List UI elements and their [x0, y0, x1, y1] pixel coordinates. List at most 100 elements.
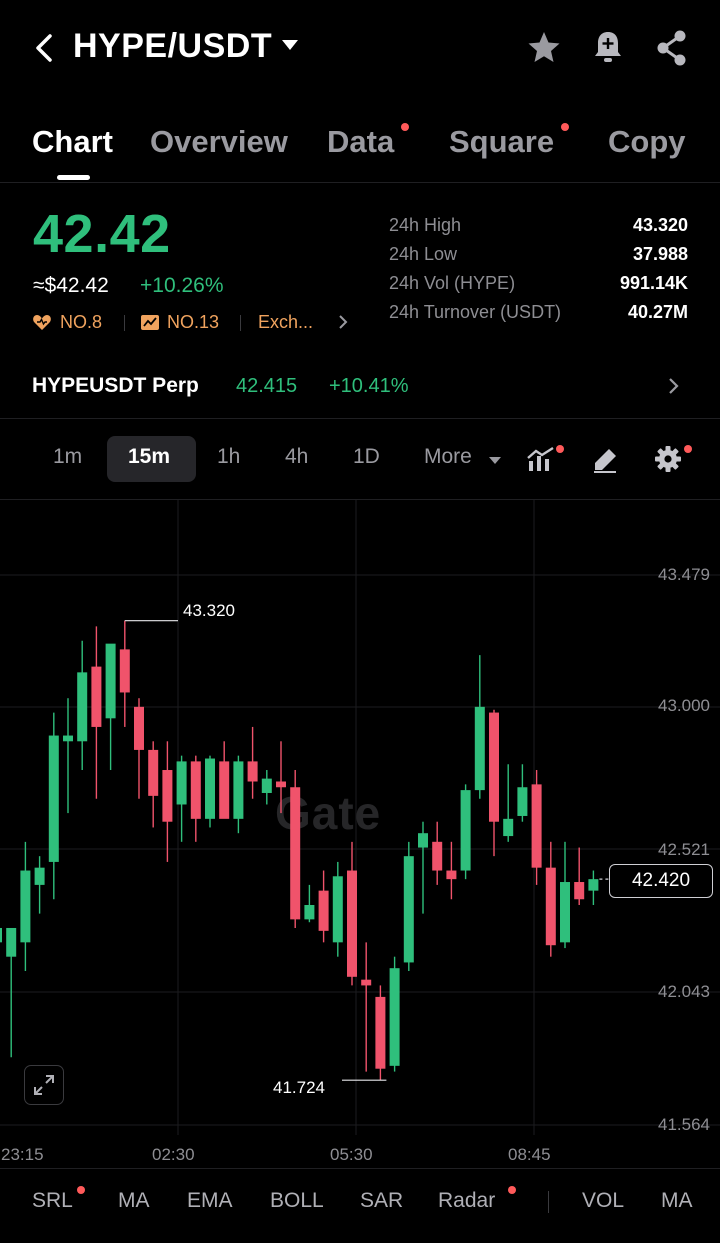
candlestick-chart[interactable] [0, 500, 720, 1140]
candle-body [560, 882, 570, 943]
interval-15m[interactable]: 15m [128, 445, 170, 469]
stat-label-turnover: 24h Turnover (USDT) [389, 302, 562, 322]
candle-body [162, 770, 173, 822]
trending-rank-icon [141, 315, 159, 330]
stat-value-volume: 991.14K [619, 273, 688, 293]
candle-body [531, 784, 542, 868]
candle-body [545, 867, 556, 946]
rank-badge-2[interactable]: NO.13 [167, 312, 219, 333]
tab-chart[interactable]: Chart [32, 124, 113, 160]
y-tick: 41.564 [658, 1115, 710, 1134]
stat-value-high: 43.320 [632, 215, 688, 235]
candle-body [105, 643, 116, 719]
candle-body [574, 882, 585, 900]
candle-body [148, 749, 159, 796]
x-tick: 23:15 [1, 1145, 44, 1164]
pair-title[interactable]: HYPE/USDT [73, 27, 272, 66]
interval-1d[interactable]: 1D [353, 445, 380, 469]
tab-overview[interactable]: Overview [150, 124, 288, 160]
draw-pencil-icon[interactable] [591, 446, 619, 474]
candle-body [176, 761, 187, 805]
indicator-ma-sub[interactable]: MA [661, 1189, 720, 1213]
main-tabs: Chart Overview Data Square Copy [0, 118, 720, 182]
expand-chart-button[interactable] [24, 1065, 64, 1105]
interval-more[interactable]: More [424, 445, 472, 469]
tab-copy[interactable]: Copy [608, 124, 686, 160]
top-bar: HYPE/USDT [0, 0, 720, 100]
candle-body [261, 778, 272, 793]
indicator-ema[interactable]: EMA [187, 1189, 233, 1213]
exchange-badge[interactable]: Exch... [258, 312, 313, 333]
alert-bell-icon[interactable] [588, 26, 628, 70]
y-tick: 42.043 [658, 982, 710, 1001]
pair-dropdown-caret-icon[interactable] [282, 40, 298, 50]
candle-body [418, 833, 428, 848]
indicator-ma[interactable]: MA [118, 1189, 150, 1213]
indicator-srl[interactable]: SRL [32, 1189, 73, 1213]
indicator-vol[interactable]: VOL [582, 1189, 624, 1213]
candle-body [304, 905, 315, 920]
chevron-right-icon[interactable] [336, 313, 350, 331]
tab-square[interactable]: Square [449, 124, 554, 160]
candle-body [91, 666, 102, 727]
perp-chevron-right-icon[interactable] [666, 376, 682, 396]
candle-body [48, 735, 59, 862]
candle-body [205, 758, 215, 819]
indicator-notification-dot [556, 445, 564, 453]
perp-price: 42.415 [236, 375, 298, 397]
usd-price: ≈$42.42 [33, 274, 109, 297]
candle-body [460, 790, 471, 871]
heart-rank-icon [33, 315, 51, 330]
candle-body [247, 761, 258, 782]
interval-1m[interactable]: 1m [53, 445, 82, 469]
candle-body [134, 706, 144, 750]
settings-gear-icon[interactable] [654, 445, 682, 473]
last-price-marker: 42.420 [609, 864, 713, 898]
candle-body [588, 879, 599, 891]
candle-body [489, 712, 499, 822]
stat-value-turnover: 40.27M [627, 302, 688, 322]
candle-body [0, 927, 2, 943]
share-icon[interactable] [652, 26, 692, 70]
candle-body [190, 761, 201, 819]
tabs-divider [0, 182, 720, 183]
candle-body [219, 761, 230, 819]
chart-high-label: 43.320 [183, 601, 235, 620]
indicator-boll[interactable]: BOLL [270, 1189, 324, 1213]
chart-low-label: 41.724 [273, 1078, 325, 1097]
candle-body [474, 706, 485, 791]
radar-notification-dot [508, 1186, 516, 1194]
price-change-percent: +10.26% [140, 274, 224, 297]
indicator-radar[interactable]: Radar [438, 1189, 495, 1213]
y-tick: 43.479 [658, 565, 710, 584]
x-tick: 05:30 [330, 1145, 373, 1164]
rank-divider-2 [240, 315, 241, 331]
perp-divider [0, 418, 720, 419]
interval-1h[interactable]: 1h [217, 445, 240, 469]
candle-body [318, 890, 329, 931]
more-caret-icon [489, 457, 501, 464]
last-price: 42.42 [33, 204, 171, 264]
tab-data[interactable]: Data [327, 124, 394, 160]
star-icon[interactable] [524, 26, 564, 70]
stat-value-low: 37.988 [632, 244, 688, 264]
candle-body [517, 787, 528, 816]
candle-body [347, 870, 357, 977]
candle-body [34, 867, 45, 885]
back-arrow-icon[interactable] [30, 30, 60, 66]
chart-bottom-divider [0, 1168, 720, 1169]
candle-body [503, 818, 514, 837]
settings-notification-dot [684, 445, 692, 453]
perp-link-name[interactable]: HYPEUSDT Perp [32, 374, 199, 398]
rank-badge-1[interactable]: NO.8 [60, 312, 102, 333]
candle-body [6, 927, 17, 957]
srl-notification-dot [77, 1186, 85, 1194]
interval-4h[interactable]: 4h [285, 445, 308, 469]
stat-label-high: 24h High [389, 215, 462, 235]
candle-body [432, 841, 443, 871]
y-tick: 42.521 [658, 840, 710, 859]
indicator-sar[interactable]: SAR [360, 1189, 403, 1213]
stat-label-low: 24h Low [389, 244, 458, 264]
indicator-chart-icon[interactable] [526, 445, 556, 473]
perp-change: +10.41% [329, 375, 409, 397]
